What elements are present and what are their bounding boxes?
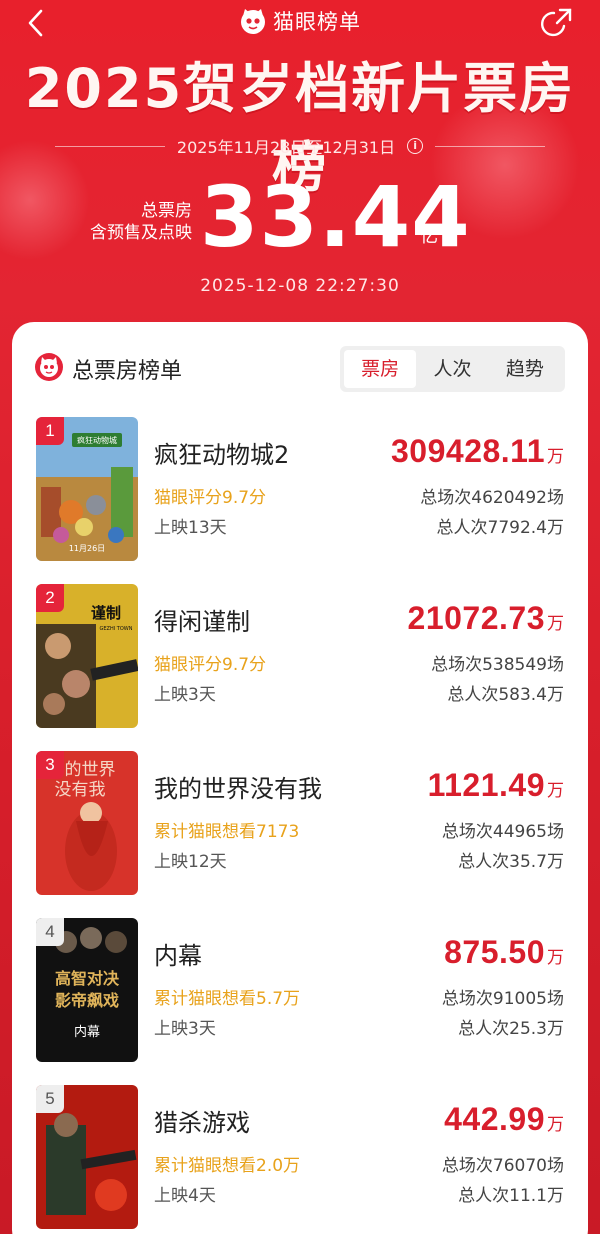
rank-badge: 3 — [36, 751, 64, 779]
movie-days: 上映3天 — [154, 1019, 216, 1039]
movie-title: 内幕 — [154, 942, 202, 970]
movie-viewers: 总人次25.3万 — [458, 1019, 564, 1039]
movie-row[interactable]: 5 猎杀游戏 累计猫眼想看2.0万 上映4天 442.99 万 总场次76070场… — [12, 1085, 588, 1229]
movie-shows: 总场次91005场 — [441, 989, 564, 1009]
ranking-card: 总票房榜单 票房 人次 趋势 疯狂动物城 11月26日 1 疯狂动物城2 猫眼评… — [12, 322, 588, 1234]
movie-days: 上映13天 — [154, 518, 227, 538]
rank-badge: 1 — [36, 417, 64, 445]
tab-viewers[interactable]: 人次 — [416, 350, 488, 388]
tab-bar: 票房 人次 趋势 — [340, 346, 565, 392]
divider — [435, 145, 546, 147]
movie-viewers: 总人次35.7万 — [458, 852, 564, 872]
gross-unit: 万 — [547, 781, 564, 801]
header-banner: 猫眼榜单 2025贺岁档新片票房榜 2025年11月28日至12月31日 i 总… — [0, 0, 600, 320]
movie-poster[interactable]: 谨制 GEZHI TOWN 2 — [36, 584, 138, 728]
movie-viewers: 总人次7792.4万 — [436, 518, 564, 538]
movie-score: 猫眼评分9.7分 — [154, 488, 267, 508]
total-label-line2: 含预售及点映 — [90, 223, 192, 243]
info-icon[interactable]: i — [407, 138, 424, 154]
total-box-office: 总票房 含预售及点映 33.44 亿 — [0, 168, 600, 266]
maoyan-logo-icon — [35, 353, 63, 381]
gross-value: 21072.73 — [407, 600, 545, 636]
maoyan-cat-icon — [241, 9, 265, 34]
movie-gross: 309428.11 万 — [391, 433, 564, 470]
brand-name: 猫眼榜单 — [273, 10, 361, 34]
gross-unit: 万 — [547, 1115, 564, 1135]
update-timestamp: 2025-12-08 22:27:30 — [200, 276, 400, 296]
gross-unit: 万 — [547, 614, 564, 634]
movie-poster[interactable]: 的世界 没有我 3 — [36, 751, 138, 895]
svg-text:没有我: 没有我 — [55, 780, 106, 800]
movie-score: 累计猫眼想看5.7万 — [154, 989, 301, 1009]
svg-text:GEZHI TOWN: GEZHI TOWN — [100, 626, 133, 632]
tab-box-office[interactable]: 票房 — [344, 350, 417, 388]
gross-value: 309428.11 — [391, 433, 545, 469]
divider — [54, 145, 165, 147]
movie-viewers: 总人次583.4万 — [447, 685, 564, 705]
movie-shows: 总场次4620492场 — [420, 488, 564, 508]
gross-unit: 万 — [547, 948, 564, 968]
gross-value: 442.99 — [444, 1101, 545, 1137]
movie-score: 累计猫眼想看2.0万 — [154, 1156, 301, 1176]
total-label: 总票房 含预售及点映 — [72, 200, 192, 244]
svg-text:影帝飙戏: 影帝飙戏 — [55, 991, 119, 1010]
movie-score: 猫眼评分9.7分 — [154, 655, 267, 675]
movie-title: 疯狂动物城2 — [154, 441, 290, 469]
movie-gross: 442.99 万 — [444, 1101, 564, 1138]
gross-value: 875.50 — [444, 934, 545, 970]
rank-badge: 5 — [36, 1085, 64, 1113]
svg-text:11月26日: 11月26日 — [69, 544, 105, 553]
total-value: 33.44 — [200, 168, 471, 266]
movie-title: 得闲谨制 — [154, 608, 250, 636]
svg-text:高智对决: 高智对决 — [55, 969, 120, 988]
movie-row[interactable]: 疯狂动物城 11月26日 1 疯狂动物城2 猫眼评分9.7分 上映13天 309… — [12, 417, 588, 561]
movie-title: 我的世界没有我 — [154, 775, 322, 803]
movie-poster[interactable]: 5 — [36, 1085, 138, 1229]
movie-title: 猎杀游戏 — [154, 1109, 250, 1137]
total-unit: 亿 — [420, 226, 438, 247]
total-label-line1: 总票房 — [141, 201, 192, 221]
movie-days: 上映12天 — [154, 852, 227, 872]
movie-gross: 875.50 万 — [444, 934, 564, 971]
movie-gross: 21072.73 万 — [408, 600, 564, 637]
rank-badge: 4 — [36, 918, 64, 946]
gross-value: 1121.49 — [427, 767, 545, 803]
movie-days: 上映4天 — [154, 1186, 216, 1206]
tab-trend[interactable]: 趋势 — [489, 350, 561, 388]
movie-days: 上映3天 — [154, 685, 216, 705]
movie-row[interactable]: 谨制 GEZHI TOWN 2 得闲谨制 猫眼评分9.7分 上映3天 21072… — [12, 584, 588, 728]
svg-text:谨制: 谨制 — [91, 604, 121, 622]
date-range: 2025年11月28日至12月31日 — [176, 138, 396, 157]
movie-gross: 1121.49 万 — [428, 767, 564, 804]
date-range-row: 2025年11月28日至12月31日 i — [0, 134, 600, 158]
movie-viewers: 总人次11.1万 — [458, 1186, 564, 1206]
svg-text:的世界: 的世界 — [65, 760, 116, 780]
rank-badge: 2 — [36, 584, 64, 612]
movie-shows: 总场次538549场 — [431, 655, 564, 675]
card-header: 总票房榜单 票房 人次 趋势 — [12, 322, 588, 408]
movie-row[interactable]: 的世界 没有我 3 我的世界没有我 累计猫眼想看7173 上映12天 1121.… — [12, 751, 588, 895]
brand: 猫眼榜单 — [0, 6, 600, 36]
movie-row[interactable]: 高智对决 影帝飙戏 内幕 4 内幕 累计猫眼想看5.7万 上映3天 875.50… — [12, 918, 588, 1062]
svg-text:疯狂动物城: 疯狂动物城 — [77, 435, 117, 445]
movie-poster[interactable]: 高智对决 影帝飙戏 内幕 4 — [36, 918, 138, 1062]
movie-shows: 总场次44965场 — [441, 822, 564, 842]
svg-text:内幕: 内幕 — [74, 1024, 100, 1040]
movie-score: 累计猫眼想看7173 — [154, 822, 300, 842]
movie-poster[interactable]: 疯狂动物城 11月26日 1 — [36, 417, 138, 561]
gross-unit: 万 — [547, 447, 564, 467]
movie-shows: 总场次76070场 — [441, 1156, 564, 1176]
card-title: 总票房榜单 — [72, 359, 183, 384]
